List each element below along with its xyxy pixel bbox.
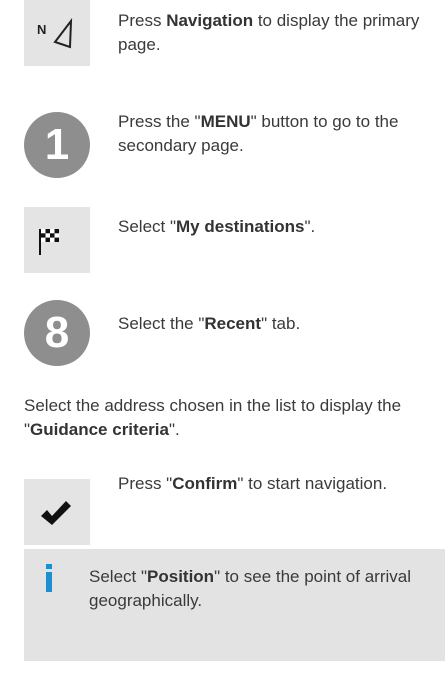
step-number-circle-8: 8	[24, 300, 90, 366]
step-recent-text: Select the "Recent" tab.	[118, 314, 301, 333]
step-number-circle-1: 1	[24, 112, 90, 178]
info-box: Select "Position" to see the point of ar…	[24, 549, 445, 661]
checkmark-icon-tile	[24, 479, 90, 545]
info-text: Select "Position" to see the point of ar…	[89, 567, 411, 610]
step-menu-text: Press the "MENU" button to go to the sec…	[118, 112, 399, 155]
guidance-paragraph: Select the address chosen in the list to…	[24, 396, 402, 439]
checkered-flag-icon	[39, 229, 59, 255]
navigation-arrow-icon: N	[37, 17, 73, 49]
checkmark-icon	[41, 501, 71, 525]
step-destinations-text: Select "My destinations".	[118, 217, 316, 236]
north-letter: N	[37, 22, 46, 37]
step-confirm-text: Press "Confirm" to start navigation.	[118, 474, 388, 493]
flag-icon-tile	[24, 207, 90, 273]
navigation-icon-tile: N	[24, 0, 90, 66]
step-navigation-text: Press Navigation to display the primary …	[118, 11, 420, 54]
